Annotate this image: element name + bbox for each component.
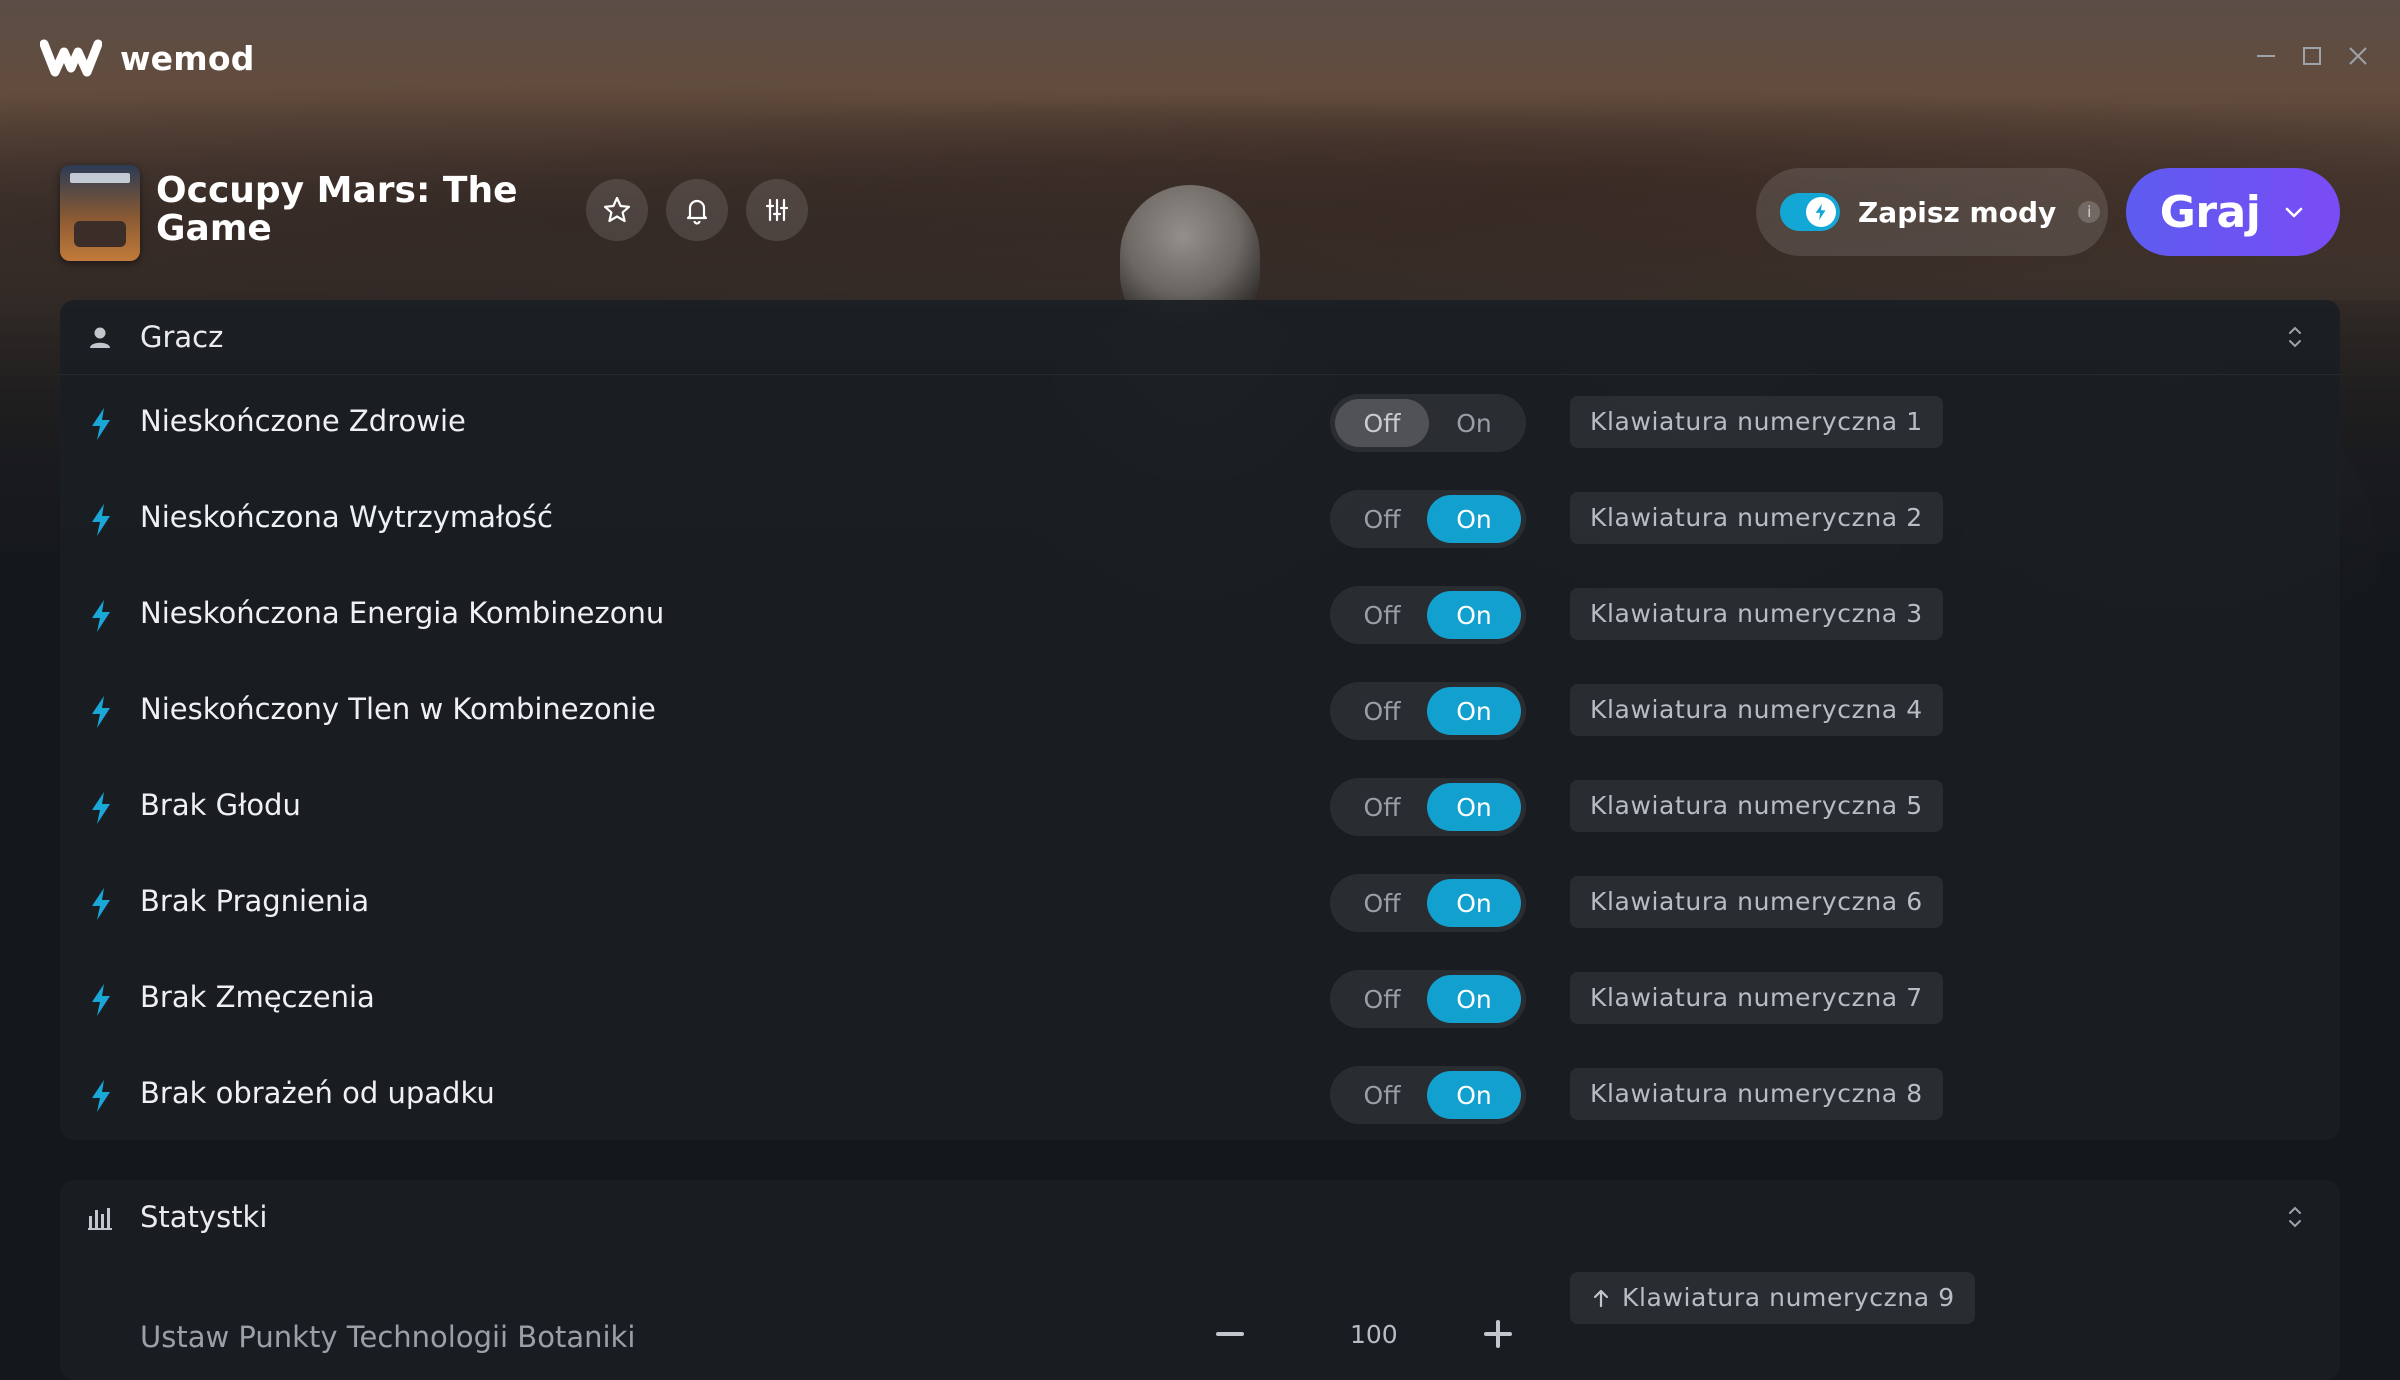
close-icon[interactable] (2346, 44, 2370, 68)
bolt-icon (92, 792, 110, 824)
mod-hotkey[interactable]: Klawiatura numeryczna 6 (1570, 876, 1943, 928)
maximize-icon[interactable] (2300, 44, 2324, 68)
mod-toggle[interactable]: Off On (1330, 874, 1526, 932)
toggle-off-option[interactable]: Off (1335, 783, 1429, 831)
save-mods-toggle[interactable]: Zapisz mody i (1756, 168, 2108, 256)
mod-name: Brak Zmęczenia (140, 980, 375, 1014)
app-logo: wemod (40, 38, 255, 78)
toggle-off-option[interactable]: Off (1335, 975, 1429, 1023)
mod-row: Brak Zmęczenia Off On Klawiatura numeryczna… (60, 952, 2340, 1048)
save-mods-switch[interactable] (1780, 193, 1840, 231)
toggle-off-option[interactable]: Off (1335, 879, 1429, 927)
bolt-icon (92, 888, 110, 920)
toggle-off-option[interactable]: Off (1335, 495, 1429, 543)
mod-toggle[interactable]: Off On (1330, 778, 1526, 836)
toggle-on-option[interactable]: On (1427, 975, 1521, 1023)
notifications-button[interactable] (666, 179, 728, 241)
bell-icon (686, 199, 708, 225)
wemod-logo-icon (40, 39, 102, 77)
collapse-icon[interactable] (2282, 324, 2308, 350)
stat-name: Ustaw Punkty Technologii Botaniki (140, 1320, 636, 1354)
bolt-icon (92, 984, 110, 1016)
window-controls (2254, 44, 2370, 68)
toggle-on-option[interactable]: On (1427, 783, 1521, 831)
mod-name: Brak Głodu (140, 788, 301, 822)
mod-row: Nieskończony Tlen w Kombinezonie Off On Kla… (60, 664, 2340, 760)
mod-hotkey[interactable]: Klawiatura numeryczna 5 (1570, 780, 1943, 832)
toggle-on-option[interactable]: On (1427, 495, 1521, 543)
section-player: Gracz Nieskończone Zdrowie Off On Klawiatur… (60, 300, 2340, 1140)
settings-button[interactable] (746, 179, 808, 241)
play-button[interactable]: Graj (2126, 168, 2340, 256)
mod-hotkey[interactable]: Klawiatura numeryczna 7 (1570, 972, 1943, 1024)
mod-hotkey[interactable]: Klawiatura numeryczna 4 (1570, 684, 1943, 736)
decrement-button[interactable] (1210, 1314, 1250, 1354)
toggle-off-option[interactable]: Off (1335, 399, 1429, 447)
sliders-icon (765, 198, 789, 222)
bolt-icon (92, 600, 110, 632)
mod-hotkey[interactable]: Klawiatura numeryczna 3 (1570, 588, 1943, 640)
mod-toggle[interactable]: Off On (1330, 1066, 1526, 1124)
play-label: Graj (2159, 186, 2261, 238)
mod-toggle[interactable]: Off On (1330, 394, 1526, 452)
mod-row: Brak Głodu Off On Klawiatura numeryczna 5 (60, 760, 2340, 856)
bolt-icon (92, 504, 110, 536)
section-title: Gracz (140, 320, 224, 354)
mod-row: Nieskończona Energia Kombinezonu Off On Kla… (60, 568, 2340, 664)
stat-hotkey-label: Klawiatura numeryczna 9 (1622, 1283, 1955, 1312)
info-icon[interactable]: i (2078, 201, 2101, 223)
toggle-on-option[interactable]: On (1427, 879, 1521, 927)
mod-toggle[interactable]: Off On (1330, 490, 1526, 548)
mod-row: Nieskończone Zdrowie Off On Klawiatura nume… (60, 376, 2340, 472)
bolt-icon (92, 696, 110, 728)
mod-hotkey[interactable]: Klawiatura numeryczna 2 (1570, 492, 1943, 544)
bolt-icon (92, 1080, 110, 1112)
mod-name: Brak Pragnienia (140, 884, 370, 918)
mod-name: Nieskończona Energia Kombinezonu (140, 596, 665, 630)
section-header[interactable]: Gracz (60, 300, 2340, 375)
mod-name: Nieskończona Wytrzymałość (140, 500, 553, 534)
save-mods-label: Zapisz mody (1858, 195, 2057, 229)
toggle-on-option[interactable]: On (1427, 1071, 1521, 1119)
mod-name: Nieskończony Tlen w Kombinezonie (140, 692, 656, 726)
toggle-on-option[interactable]: On (1427, 399, 1521, 447)
section-stats: Statystki Klawiatura numeryczna 9 Ustaw … (60, 1180, 2340, 1380)
mod-toggle[interactable]: Off On (1330, 586, 1526, 644)
increment-button[interactable] (1478, 1314, 1518, 1354)
toggle-off-option[interactable]: Off (1335, 591, 1429, 639)
toggle-on-option[interactable]: On (1427, 687, 1521, 735)
toggle-off-option[interactable]: Off (1335, 1071, 1429, 1119)
mod-hotkey[interactable]: Klawiatura numeryczna 8 (1570, 1068, 1943, 1120)
arrow-up-icon (1593, 1289, 1609, 1308)
stat-row: Klawiatura numeryczna 9 Ustaw Punkty Tec… (60, 1180, 2340, 1354)
stat-value[interactable]: 100 (1350, 1320, 1398, 1349)
toggle-off-option[interactable]: Off (1335, 687, 1429, 735)
mod-row: Brak Pragnienia Off On Klawiatura numeryczn… (60, 856, 2340, 952)
stat-hotkey[interactable]: Klawiatura numeryczna 9 (1570, 1272, 1975, 1324)
game-cover-image (60, 165, 140, 261)
mod-name: Nieskończone Zdrowie (140, 404, 466, 438)
chevron-down-icon[interactable] (2282, 200, 2306, 224)
game-title: Occupy Mars: The Game (156, 170, 518, 249)
mod-toggle[interactable]: Off On (1330, 682, 1526, 740)
minimize-icon[interactable] (2254, 44, 2278, 68)
app-name: wemod (120, 38, 255, 78)
favorite-button[interactable] (586, 179, 648, 241)
mod-row: Brak obrażeń od upadku Off On Klawiatura nu… (60, 1048, 2340, 1144)
user-icon (90, 327, 110, 348)
mod-name: Brak obrażeń od upadku (140, 1076, 495, 1110)
bolt-icon (1815, 203, 1826, 221)
mod-toggle[interactable]: Off On (1330, 970, 1526, 1028)
mod-hotkey[interactable]: Klawiatura numeryczna 1 (1570, 396, 1943, 448)
mod-row: Nieskończona Wytrzymałość Off On Klawiatura… (60, 472, 2340, 568)
star-icon (603, 196, 631, 223)
toggle-on-option[interactable]: On (1427, 591, 1521, 639)
bolt-icon (92, 408, 110, 440)
